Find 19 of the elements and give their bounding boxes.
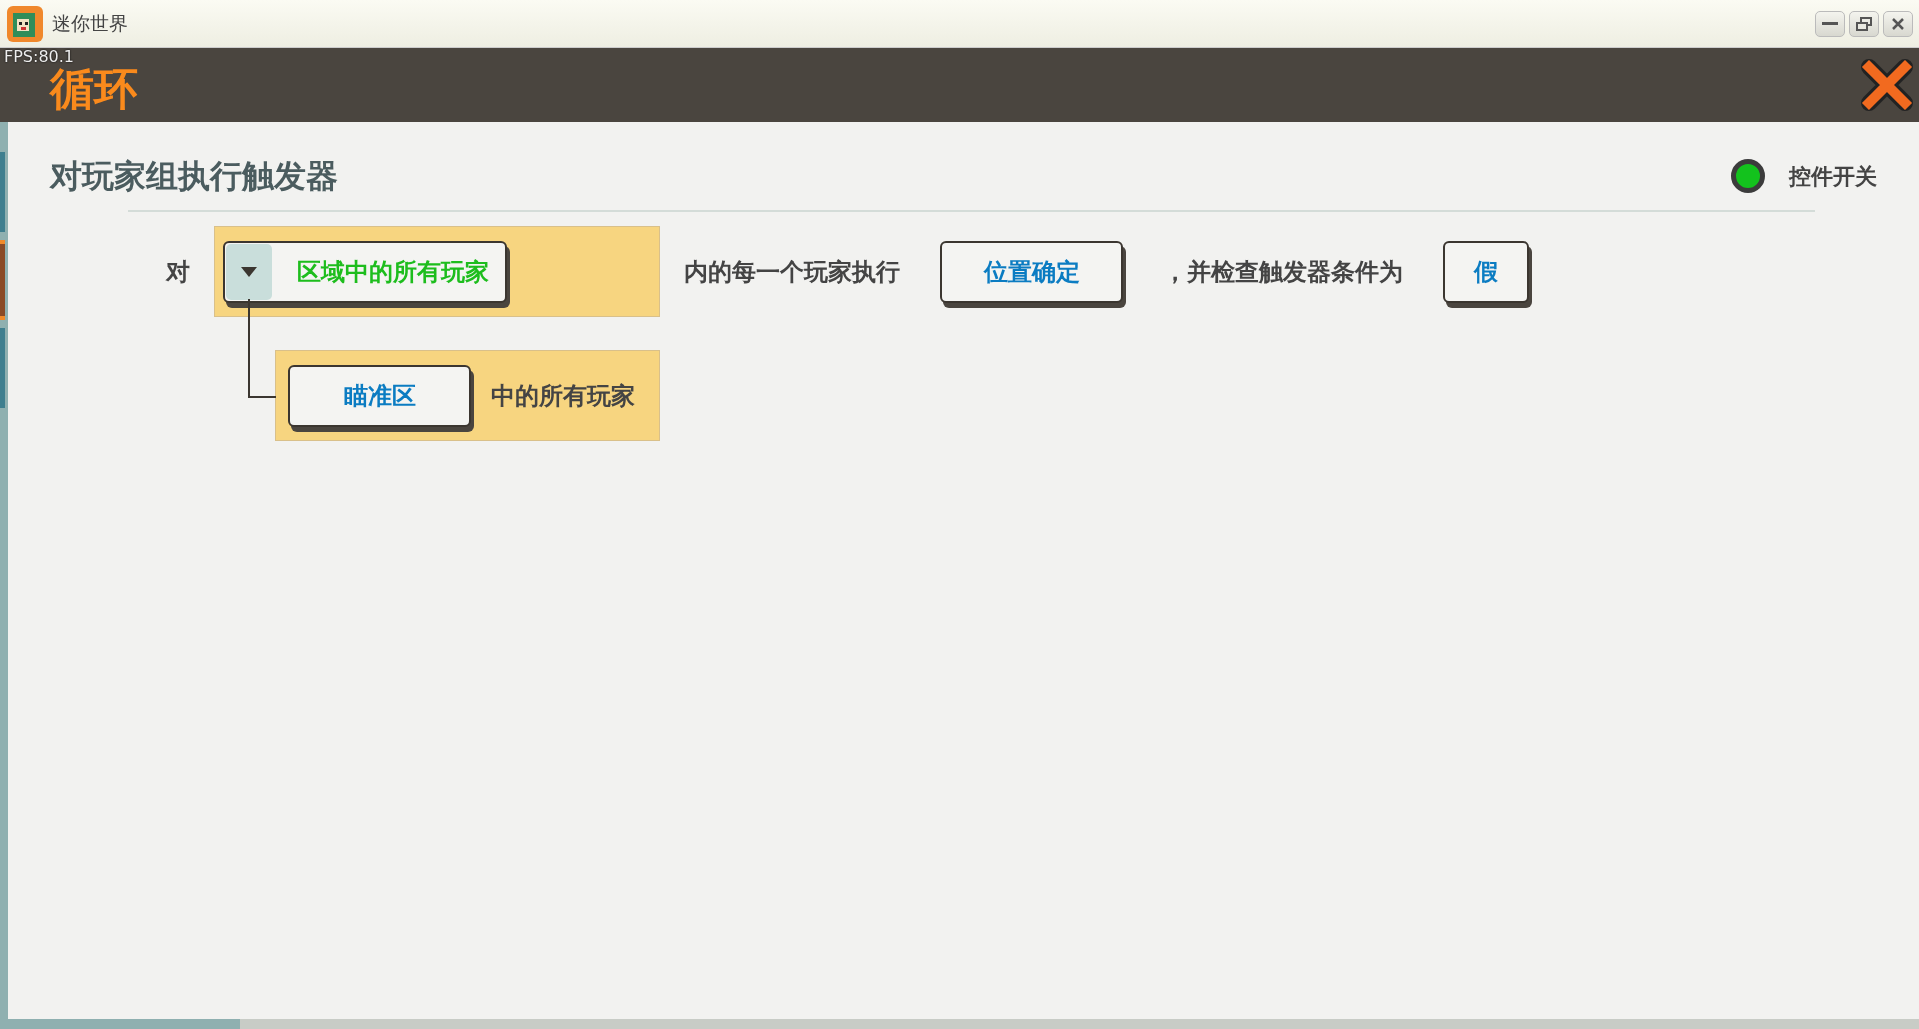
toggle-switch[interactable] <box>1731 159 1765 193</box>
statement-text: 对 <box>164 256 191 288</box>
header-title: 循环 <box>50 67 138 111</box>
horizontal-scrollbar[interactable] <box>0 1019 1919 1029</box>
minimize-button[interactable] <box>1815 10 1845 37</box>
app-logo-icon <box>6 4 44 43</box>
minimize-icon <box>1822 21 1838 26</box>
statement-text: ，并检查触发器条件为 <box>1162 256 1404 288</box>
restore-button[interactable] <box>1849 10 1879 37</box>
window-title: 迷你世界 <box>52 11 128 37</box>
statement-text: 内的每一个玩家执行 <box>683 256 901 288</box>
close-icon <box>1891 16 1905 31</box>
close-button[interactable] <box>1883 10 1913 37</box>
restore-icon <box>1856 16 1872 31</box>
close-icon[interactable] <box>1861 59 1913 111</box>
statement-text: 中的所有玩家 <box>490 380 636 412</box>
panel-title: 对玩家组执行触发器 <box>50 156 338 197</box>
fps-counter: FPS:80.1 <box>4 48 75 66</box>
toggle-label: 控件开关 <box>1789 162 1877 191</box>
